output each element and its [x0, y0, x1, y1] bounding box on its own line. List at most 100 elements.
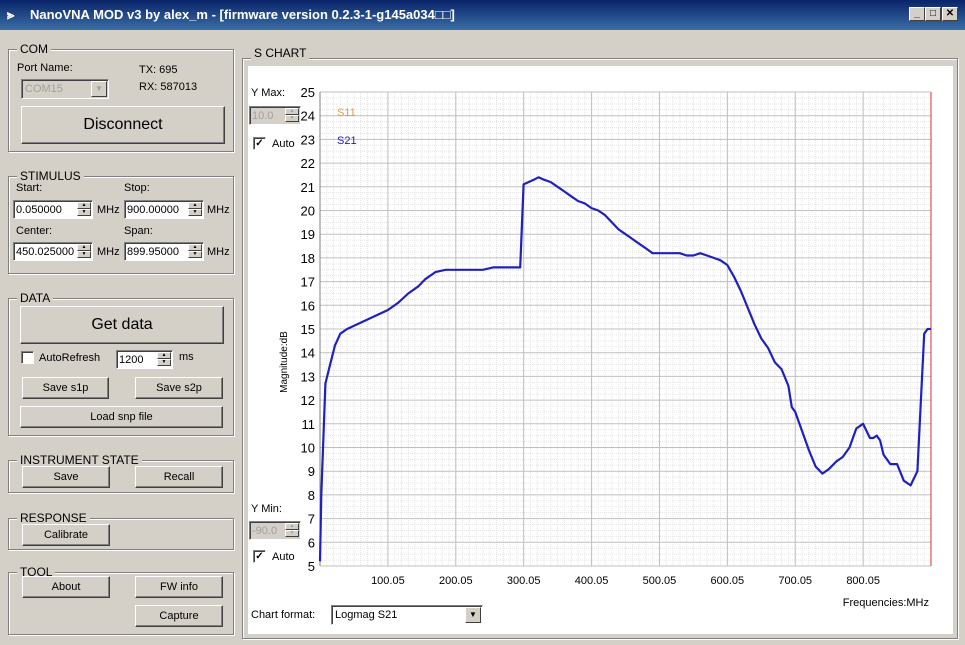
y-tick-label: 8 — [308, 488, 315, 503]
com-group: COM Port Name: COM15 ▼ TX: 695 RX: 58701… — [8, 42, 234, 152]
chart-format-label: Chart format: — [251, 609, 316, 621]
instrument-state-label: INSTRUMENT STATE — [17, 453, 142, 467]
y-min-value[interactable] — [252, 523, 284, 538]
stimulus-group: STIMULUS Start: ▲▼ MHz Stop: ▲▼ MHz Cent… — [8, 169, 234, 274]
center-frequency-input[interactable]: ▲▼ — [13, 242, 93, 261]
center-label: Center: — [16, 225, 53, 237]
calibrate-button[interactable]: Calibrate — [22, 524, 110, 546]
com-group-label: COM — [17, 42, 51, 56]
load-snp-button[interactable]: Load snp file — [20, 406, 223, 428]
spin-up-icon[interactable]: ▲ — [285, 108, 299, 115]
x-tick-label: 200.05 — [439, 575, 473, 587]
stop-frequency-value[interactable] — [127, 202, 187, 217]
spin-up-icon[interactable]: ▲ — [77, 244, 91, 251]
center-unit: MHz — [97, 246, 120, 258]
s21-series-line — [318, 176, 931, 562]
span-frequency-input[interactable]: ▲▼ — [124, 242, 204, 261]
tx-count: TX: 695 — [139, 64, 178, 76]
center-frequency-value[interactable] — [16, 244, 78, 259]
legend-s21: S21 — [337, 135, 357, 147]
span-frequency-value[interactable] — [127, 244, 187, 259]
get-data-button[interactable]: Get data — [20, 306, 224, 344]
maximize-icon: □ — [929, 8, 937, 19]
rx-count: RX: 587013 — [139, 81, 198, 93]
disconnect-button[interactable]: Disconnect — [21, 106, 225, 144]
y-min-label: Y Min: — [251, 503, 282, 515]
spin-up-icon[interactable]: ▲ — [77, 202, 91, 209]
s-chart-plot[interactable]: 5 6 7 8 9 10 11 12 13 14 15 16 17 18 19 20 21 22 23 24 25 10… — [248, 66, 953, 634]
y-max-auto-checkbox[interactable]: ✓ — [253, 137, 266, 150]
y-tick-label: 23 — [301, 132, 315, 147]
maximize-button[interactable]: □ — [925, 7, 941, 21]
minimize-button[interactable]: _ — [909, 7, 925, 21]
data-group-label: DATA — [17, 291, 54, 305]
chevron-down-icon: ▼ — [465, 607, 481, 623]
y-tick-label: 13 — [301, 369, 315, 384]
spin-down-icon[interactable]: ▼ — [157, 359, 171, 366]
y-tick-label: 16 — [301, 298, 315, 313]
port-select[interactable]: COM15 ▼ — [21, 79, 109, 99]
span-unit: MHz — [207, 246, 230, 258]
y-tick-label: 9 — [308, 464, 315, 479]
tool-group: TOOL About FW info Capture — [8, 565, 234, 635]
start-frequency-input[interactable]: ▲▼ — [13, 200, 93, 219]
chevron-down-icon: ▼ — [91, 81, 107, 97]
y-min-input[interactable]: ▲▼ — [249, 521, 301, 540]
y-max-value[interactable] — [252, 108, 284, 123]
start-frequency-value[interactable] — [16, 202, 76, 217]
stop-unit: MHz — [207, 204, 230, 216]
close-icon: ✕ — [945, 8, 955, 19]
spin-down-icon[interactable]: ▼ — [188, 251, 202, 258]
x-tick-label: 400.05 — [575, 575, 609, 587]
y-axis-label: Magnitude:dB — [279, 331, 290, 393]
autorefresh-checkbox[interactable] — [21, 351, 34, 364]
chart-area: 5 6 7 8 9 10 11 12 13 14 15 16 17 18 19 20 21 22 23 24 25 10… — [248, 66, 953, 634]
refresh-interval-input[interactable]: ▲▼ — [116, 350, 173, 369]
about-button[interactable]: About — [22, 576, 110, 598]
stimulus-group-label: STIMULUS — [17, 169, 84, 183]
spin-up-icon[interactable]: ▲ — [157, 352, 171, 359]
start-unit: MHz — [97, 204, 120, 216]
save-s1p-button[interactable]: Save s1p — [22, 377, 109, 399]
start-label: Start: — [16, 182, 43, 194]
spin-down-icon[interactable]: ▼ — [77, 251, 91, 258]
spin-up-icon[interactable]: ▲ — [188, 244, 202, 251]
spin-down-icon[interactable]: ▼ — [285, 530, 299, 537]
port-name-label: Port Name: — [17, 62, 73, 74]
fw-info-button[interactable]: FW info — [135, 576, 223, 598]
spin-down-icon[interactable]: ▼ — [285, 115, 299, 122]
chart-format-value: Logmag S21 — [335, 609, 398, 621]
refresh-interval-value[interactable] — [119, 352, 157, 367]
legend-s11: S11 — [337, 107, 356, 119]
spin-up-icon[interactable]: ▲ — [188, 202, 202, 209]
x-tick-label: 300.05 — [507, 575, 541, 587]
x-tick-label: 600.05 — [711, 575, 745, 587]
window-title: NanoVNA MOD v3 by alex_m - [firmware ver… — [30, 7, 455, 22]
recall-state-button[interactable]: Recall — [135, 466, 223, 488]
spin-down-icon[interactable]: ▼ — [77, 209, 91, 216]
y-tick-label: 24 — [301, 109, 315, 124]
app-icon: ⪢ — [7, 7, 15, 22]
chart-format-select[interactable]: Logmag S21 ▼ — [331, 605, 483, 625]
y-tick-label: 5 — [308, 559, 315, 574]
y-max-input[interactable]: ▲▼ — [249, 106, 301, 125]
spin-down-icon[interactable]: ▼ — [188, 209, 202, 216]
spin-up-icon[interactable]: ▲ — [285, 523, 299, 530]
capture-button[interactable]: Capture — [135, 605, 223, 627]
stop-frequency-input[interactable]: ▲▼ — [124, 200, 204, 219]
response-group-label: RESPONSE — [17, 511, 90, 525]
save-state-button[interactable]: Save — [22, 466, 110, 488]
data-group: DATA Get data AutoRefresh ▲▼ ms Save s1p… — [8, 291, 234, 436]
span-label: Span: — [124, 225, 153, 237]
close-button[interactable]: ✕ — [942, 7, 958, 21]
autorefresh-label: AutoRefresh — [39, 352, 101, 364]
y-tick-label: 14 — [301, 346, 315, 361]
y-tick-label: 11 — [302, 417, 316, 432]
y-min-auto-checkbox[interactable]: ✓ — [253, 550, 266, 563]
y-tick-label: 12 — [301, 393, 315, 408]
x-tick-label: 100.05 — [371, 575, 405, 587]
minimize-icon: _ — [914, 8, 920, 19]
save-s2p-button[interactable]: Save s2p — [135, 377, 223, 399]
x-tick-label: 500.05 — [643, 575, 677, 587]
y-tick-label: 18 — [301, 251, 315, 266]
